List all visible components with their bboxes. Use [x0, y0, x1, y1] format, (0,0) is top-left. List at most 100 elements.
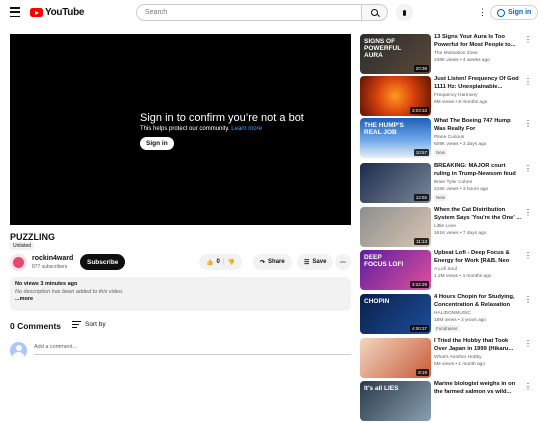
- related-video-meta: 248K views • 4 weeks ago: [434, 58, 490, 63]
- related-channel-name[interactable]: HALIDONMUSIC: [434, 311, 471, 316]
- related-video-item[interactable]: DEEP FOCUS LOFI 3:22:29 Upbeat Lofi - Deep…: [360, 250, 535, 292]
- thumbnail-text: DEEP FOCUS LOFI: [364, 254, 404, 268]
- related-video-meta: 216K views • 3 hours ago: [434, 187, 489, 192]
- video-options-icon[interactable]: ⋮: [524, 77, 532, 86]
- video-thumbnail[interactable]: 3:03:33: [360, 76, 431, 116]
- video-options-icon[interactable]: ⋮: [524, 339, 532, 348]
- related-video-title[interactable]: I Tried the Hobby that Took Over Japan i…: [434, 338, 522, 353]
- youtube-play-icon: [30, 8, 43, 17]
- video-thumbnail[interactable]: DEEP FOCUS LOFI 3:22:29: [360, 250, 431, 290]
- subscribe-button[interactable]: Subscribe: [80, 254, 126, 270]
- search-icon: [371, 9, 378, 16]
- video-thumbnail[interactable]: It's all LIES: [360, 381, 431, 421]
- bot-check-message: Sign in to confirm you’re not a bot This…: [140, 112, 304, 150]
- more-actions-button[interactable]: ⋯: [335, 254, 351, 270]
- channel-name[interactable]: rockin4ward: [32, 255, 73, 262]
- related-video-title[interactable]: 4 Hours Chopin for Studying, Concentrati…: [434, 294, 522, 309]
- video-options-icon[interactable]: ⋮: [524, 208, 532, 217]
- learn-more-link[interactable]: Learn more: [231, 126, 262, 132]
- thumbnail-text: THE HUMP'S REAL JOB: [364, 122, 404, 136]
- video-thumbnail[interactable]: THE HUMP'S REAL JOB 10:57: [360, 118, 431, 158]
- related-video-title[interactable]: 13 Signs Your Aura Is Too Powerful for M…: [434, 34, 522, 49]
- like-count: 0: [216, 259, 220, 265]
- video-options-icon[interactable]: ⋮: [524, 35, 532, 44]
- video-duration: 8:19: [416, 369, 429, 376]
- related-channel-name[interactable]: A Lofi Soul: [434, 267, 457, 272]
- signin-button[interactable]: Sign in: [490, 5, 539, 20]
- video-thumbnail[interactable]: SIGNS OF POWERFUL AURA 20:38: [360, 34, 431, 74]
- save-button[interactable]: ☰ Save: [297, 254, 334, 270]
- video-thumbnail[interactable]: 11:13: [360, 207, 431, 247]
- video-thumbnail[interactable]: CHOPIN 4:00:37: [360, 294, 431, 334]
- bot-check-sub-text: This helps protect our community.: [140, 126, 230, 132]
- related-video-title[interactable]: Upbeat Lofi - Deep Focus & Energy for Wo…: [434, 250, 522, 265]
- voice-search-button[interactable]: [396, 4, 413, 21]
- related-video-item[interactable]: THE HUMP'S REAL JOB 10:57 What The Boeing …: [360, 118, 535, 160]
- account-icon: [497, 8, 505, 17]
- video-options-icon[interactable]: ⋮: [524, 119, 532, 128]
- related-channel-name[interactable]: Little Love: [434, 224, 456, 229]
- related-video-item[interactable]: 12:55 BREAKING: MAJOR court ruling in Tru…: [360, 163, 535, 205]
- share-icon: ↷: [260, 259, 266, 266]
- video-badge: New: [434, 149, 448, 156]
- like-divider: |: [222, 259, 225, 265]
- comment-count: 0 Comments: [10, 321, 62, 331]
- video-title: PUZZLING: [10, 232, 55, 242]
- thumbnail-text: It's all LIES: [364, 385, 399, 392]
- video-options-icon[interactable]: ⋮: [524, 251, 532, 260]
- unlisted-badge: Unlisted: [10, 242, 35, 250]
- related-video-item[interactable]: SIGNS OF POWERFUL AURA 20:38 13 Signs Your…: [360, 34, 535, 76]
- related-channel-name[interactable]: Brian Tyler Cohen: [434, 180, 472, 185]
- related-video-meta: 609K views • 3 days ago: [434, 142, 487, 147]
- related-video-title[interactable]: What The Boeing 747 Hump Was Really For: [434, 118, 522, 133]
- channel-avatar[interactable]: [10, 254, 27, 271]
- related-video-title[interactable]: Marine biologist weighs in on the farmed…: [434, 381, 522, 396]
- player-signin-button[interactable]: Sign in: [140, 137, 174, 150]
- save-label: Save: [312, 259, 327, 265]
- mic-icon: [402, 9, 407, 16]
- video-options-icon[interactable]: ⋮: [524, 164, 532, 173]
- related-channel-name[interactable]: The Motivation Zone: [434, 51, 478, 56]
- video-duration: 3:22:29: [409, 281, 429, 288]
- user-avatar: [10, 342, 27, 359]
- description-box[interactable]: No views 3 minutes ago No description ha…: [10, 277, 351, 311]
- related-video-item[interactable]: CHOPIN 4:00:37 4 Hours Chopin for Studying…: [360, 294, 535, 336]
- video-thumbnail[interactable]: 8:19: [360, 338, 431, 378]
- related-video-title[interactable]: When the Cat Distribution System Says 'Y…: [434, 207, 522, 222]
- search-button[interactable]: [361, 4, 388, 21]
- save-icon: ☰: [304, 259, 310, 266]
- related-video-meta: 5M views • 1 month ago: [434, 362, 486, 367]
- search-input[interactable]: Search: [136, 4, 361, 21]
- youtube-logo[interactable]: YouTube: [30, 7, 85, 18]
- share-button[interactable]: ↷ Share: [253, 254, 292, 270]
- related-channel-name[interactable]: Plane Curious: [434, 135, 464, 140]
- sort-icon: [72, 321, 81, 328]
- video-duration: 3:03:33: [409, 107, 429, 114]
- related-video-item[interactable]: 3:03:33 Just Listen! Frequency Of God 111…: [360, 76, 535, 118]
- related-video-meta: 161K views • 7 days ago: [434, 231, 487, 236]
- related-channel-name[interactable]: Frequency Harmony: [434, 93, 477, 98]
- video-options-icon[interactable]: ⋮: [524, 295, 532, 304]
- video-thumbnail[interactable]: 12:55: [360, 163, 431, 203]
- related-video-item[interactable]: 11:13 When the Cat Distribution System Sa…: [360, 207, 535, 249]
- show-more-link[interactable]: ...more: [15, 296, 346, 304]
- related-video-item[interactable]: It's all LIES Marine biologist weighs in …: [360, 381, 535, 423]
- thumbnail-text: SIGNS OF POWERFUL AURA: [364, 38, 402, 59]
- sort-by-button[interactable]: Sort by: [72, 321, 106, 328]
- related-video-meta: 18M views • 3 years ago: [434, 318, 487, 323]
- related-channel-name[interactable]: What's Another Hobby: [434, 355, 482, 360]
- subscriber-count: 877 subscribers: [32, 264, 68, 270]
- settings-more-icon[interactable]: ⋮: [478, 8, 487, 17]
- video-duration: 20:38: [413, 65, 429, 72]
- related-video-title[interactable]: BREAKING: MAJOR court ruling in Trump-Ne…: [434, 163, 522, 178]
- like-icon[interactable]: 👍: [206, 259, 213, 266]
- view-date-meta: No views 3 minutes ago: [15, 281, 78, 287]
- related-video-item[interactable]: 8:19 I Tried the Hobby that Took Over Jap…: [360, 338, 535, 380]
- dislike-icon[interactable]: 👎: [228, 259, 235, 266]
- add-comment-input[interactable]: Add a comment...: [34, 344, 351, 355]
- related-video-title[interactable]: Just Listen! Frequency Of God 1111 Hz: U…: [434, 76, 522, 91]
- menu-icon[interactable]: [10, 7, 20, 17]
- video-options-icon[interactable]: ⋮: [524, 382, 532, 391]
- video-player[interactable]: Sign in to confirm you’re not a bot This…: [10, 34, 351, 225]
- signin-label: Sign in: [508, 9, 532, 16]
